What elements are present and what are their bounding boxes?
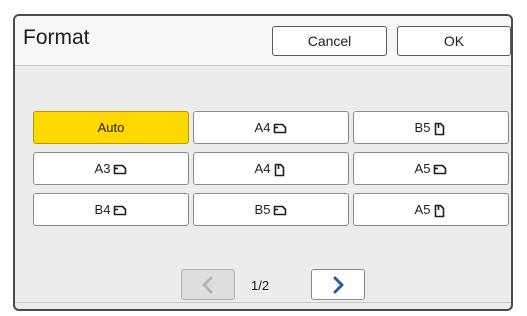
page-indicator: 1/2 — [251, 278, 270, 293]
chevron-left-icon — [202, 276, 213, 293]
format-button-b5-portrait[interactable]: B5 — [353, 111, 509, 144]
landscape-paper-icon — [113, 204, 127, 216]
format-label: B4 — [94, 202, 111, 217]
format-label: Auto — [97, 120, 125, 135]
landscape-paper-icon — [273, 204, 287, 216]
format-label: A4 — [254, 161, 271, 176]
format-button-a4-landscape[interactable]: A4 — [193, 111, 349, 144]
format-label: A5 — [414, 161, 431, 176]
format-label: B5 — [254, 202, 271, 217]
next-page-button[interactable] — [311, 269, 365, 300]
format-label: B5 — [414, 120, 431, 135]
dialog-header: Format Cancel OK — [15, 16, 511, 66]
landscape-paper-icon — [113, 163, 127, 175]
cancel-button[interactable]: Cancel — [272, 26, 387, 56]
portrait-paper-icon — [273, 163, 287, 176]
format-label: A3 — [94, 161, 111, 176]
landscape-paper-icon — [433, 163, 447, 175]
format-button-a5-portrait[interactable]: A5 — [353, 193, 509, 226]
footer-divider — [15, 302, 511, 303]
format-label: A4 — [254, 120, 271, 135]
format-button-a3-landscape[interactable]: A3 — [33, 152, 189, 185]
format-button-a4-portrait[interactable]: A4 — [193, 152, 349, 185]
format-button-b5-landscape[interactable]: B5 — [193, 193, 349, 226]
format-label: A5 — [414, 202, 431, 217]
format-button-auto[interactable]: Auto — [33, 111, 189, 144]
portrait-paper-icon — [433, 204, 447, 217]
landscape-paper-icon — [273, 122, 287, 134]
portrait-paper-icon — [433, 122, 447, 135]
dialog-title: Format — [23, 26, 90, 49]
format-button-a5-landscape[interactable]: A5 — [353, 152, 509, 185]
previous-page-button[interactable] — [181, 269, 235, 300]
format-dialog: Format Cancel OK Auto A4 B5 A3 A4 A5 B4 — [13, 14, 513, 311]
ok-button[interactable]: OK — [397, 26, 511, 56]
format-button-b4-landscape[interactable]: B4 — [33, 193, 189, 226]
chevron-right-icon — [333, 276, 344, 293]
